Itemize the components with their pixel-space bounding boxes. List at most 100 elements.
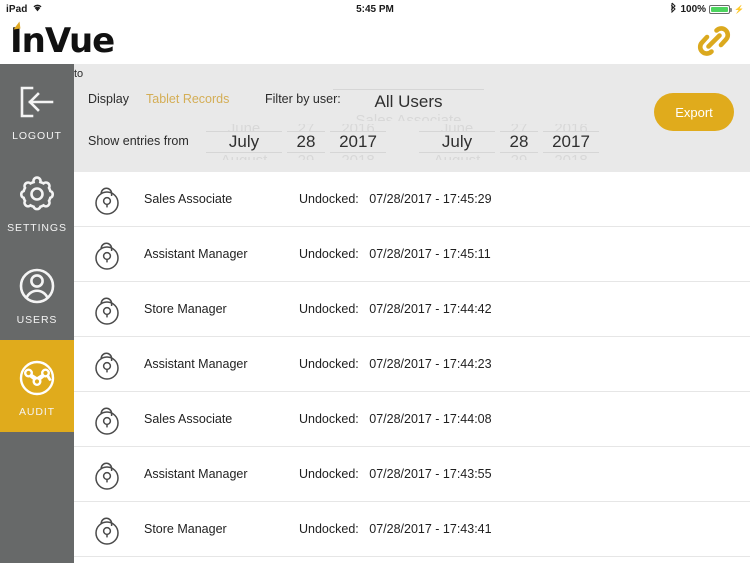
record-event: Undocked: 07/28/2017 - 17:44:08	[299, 412, 492, 426]
user-filter-selected: All Users	[374, 92, 443, 111]
to-year-picker[interactable]: 2016 2017 2018	[543, 124, 599, 160]
sidebar-item-settings[interactable]: SETTINGS	[0, 156, 74, 248]
unlocked-padlock-icon	[92, 292, 122, 326]
to-month-picker[interactable]: June July August	[419, 124, 495, 160]
to-day-value: 28	[509, 132, 529, 151]
record-event: Undocked: 07/28/2017 - 17:45:29	[299, 192, 492, 206]
picker-rule-bottom	[500, 152, 538, 153]
sidebar-item-audit-label: AUDIT	[19, 405, 55, 418]
user-filter-picker[interactable]: All Users Sales Associate	[333, 82, 484, 122]
record-timestamp: 07/28/2017 - 17:43:41	[369, 522, 492, 536]
bluetooth-icon	[670, 2, 677, 16]
record-event-type: Undocked:	[299, 357, 359, 371]
table-row[interactable]: Store Manager Undocked: 07/28/2017 - 17:…	[74, 282, 750, 337]
record-event: Undocked: 07/28/2017 - 17:43:41	[299, 522, 492, 536]
sidebar-item-logout-label: LOGOUT	[12, 129, 62, 142]
record-event-type: Undocked:	[299, 467, 359, 481]
record-timestamp: 07/28/2017 - 17:45:29	[369, 192, 492, 206]
unlocked-padlock-icon	[92, 457, 122, 491]
record-event-type: Undocked:	[299, 302, 359, 316]
from-month-picker[interactable]: June July August	[206, 124, 282, 160]
to-day-prev-ghost: 27	[500, 124, 538, 131]
from-month-next-ghost: August	[206, 153, 282, 160]
table-row[interactable]: Assistant Manager Undocked: 07/28/2017 -…	[74, 447, 750, 502]
to-day-next-ghost: 29	[500, 153, 538, 160]
unlocked-padlock-icon	[92, 182, 122, 216]
logo-accent-tick	[12, 21, 21, 30]
display-label: Display	[88, 92, 129, 106]
record-role: Assistant Manager	[144, 357, 248, 371]
chain-link-icon[interactable]	[694, 21, 734, 61]
user-circle-icon	[14, 263, 60, 309]
table-row[interactable]: Sales Associate Undocked: 07/28/2017 - 1…	[74, 172, 750, 227]
status-bar-clock: 5:45 PM	[356, 3, 394, 15]
unlocked-padlock-icon	[92, 347, 122, 381]
record-role: Sales Associate	[144, 412, 233, 426]
picker-rule-bottom	[206, 152, 282, 153]
record-role: Store Manager	[144, 522, 227, 536]
record-role: Assistant Manager	[144, 247, 248, 261]
from-day-value: 28	[296, 132, 316, 151]
filter-by-user-label: Filter by user:	[265, 92, 341, 106]
from-month-prev-ghost: June	[206, 124, 282, 131]
unlocked-padlock-icon	[92, 402, 122, 436]
picker-rule-top	[543, 131, 599, 132]
picker-rule-top	[333, 89, 484, 90]
table-row[interactable]: Sales Associate Undocked: 07/28/2017 - 1…	[74, 392, 750, 447]
record-event: Undocked: 07/28/2017 - 17:44:42	[299, 302, 492, 316]
record-event: Undocked: 07/28/2017 - 17:44:23	[299, 357, 492, 371]
unlocked-padlock-icon	[92, 512, 122, 546]
date-range-to-label: to	[74, 68, 84, 80]
to-month-value: July	[441, 132, 473, 151]
record-event: Undocked: 07/28/2017 - 17:43:55	[299, 467, 492, 481]
sidebar-item-logout[interactable]: LOGOUT	[0, 64, 74, 156]
invue-logo: InVue	[10, 21, 115, 58]
record-event: Undocked: 07/28/2017 - 17:45:11	[299, 247, 491, 261]
picker-rule-bottom	[330, 152, 386, 153]
picker-rule-bottom	[419, 152, 495, 153]
status-bar-right: 100% ⚡	[670, 2, 744, 16]
audit-records-list[interactable]: Sales Associate Undocked: 07/28/2017 - 1…	[74, 172, 750, 563]
table-row[interactable]: Store Manager Undocked: 07/28/2017 - 17:…	[74, 502, 750, 557]
sidebar-item-audit[interactable]: AUDIT	[0, 340, 74, 432]
table-row[interactable]: Assistant Manager Undocked: 07/28/2017 -…	[74, 337, 750, 392]
picker-rule-bottom	[287, 152, 325, 153]
record-event-type: Undocked:	[299, 247, 359, 261]
export-button[interactable]: Export	[654, 93, 734, 131]
record-timestamp: 07/28/2017 - 17:45:11	[369, 247, 491, 261]
picker-rule-top	[419, 131, 495, 132]
user-filter-next-option: Sales Associate	[333, 113, 484, 121]
app-body: LOGOUT SETTINGS USERS AUDIT Display Tabl…	[0, 64, 750, 563]
to-day-picker[interactable]: 27 28 29	[500, 124, 538, 160]
from-year-prev-ghost: 2016	[330, 124, 386, 131]
network-graph-icon	[14, 355, 60, 401]
logout-arrow-icon	[14, 79, 60, 125]
from-day-picker[interactable]: 27 28 29	[287, 124, 325, 160]
gear-icon	[14, 171, 60, 217]
sidebar: LOGOUT SETTINGS USERS AUDIT	[0, 64, 74, 563]
record-role: Store Manager	[144, 302, 227, 316]
record-role: Sales Associate	[144, 192, 233, 206]
to-month-prev-ghost: June	[419, 124, 495, 131]
record-event-type: Undocked:	[299, 522, 359, 536]
filter-toolbar: Display Tablet Records Filter by user: A…	[74, 64, 750, 172]
sidebar-item-settings-label: SETTINGS	[7, 221, 67, 234]
from-day-next-ghost: 29	[287, 153, 325, 160]
from-year-value: 2017	[339, 132, 377, 151]
table-row[interactable]: Assistant Manager Undocked: 07/28/2017 -…	[74, 227, 750, 282]
picker-rule-top	[500, 131, 538, 132]
record-timestamp: 07/28/2017 - 17:44:23	[369, 357, 492, 371]
battery-icon	[709, 4, 733, 14]
record-timestamp: 07/28/2017 - 17:44:08	[369, 412, 492, 426]
charging-bolt-icon: ⚡	[734, 4, 744, 14]
record-timestamp: 07/28/2017 - 17:44:42	[369, 302, 492, 316]
sidebar-item-users-label: USERS	[16, 313, 58, 326]
unlocked-padlock-icon	[92, 237, 122, 271]
sidebar-item-users[interactable]: USERS	[0, 248, 74, 340]
record-event-type: Undocked:	[299, 412, 359, 426]
from-year-picker[interactable]: 2016 2017 2018	[330, 124, 386, 160]
display-mode-toggle[interactable]: Tablet Records	[146, 92, 229, 106]
record-role: Assistant Manager	[144, 467, 248, 481]
picker-rule-top	[206, 131, 282, 132]
record-event-type: Undocked:	[299, 192, 359, 206]
